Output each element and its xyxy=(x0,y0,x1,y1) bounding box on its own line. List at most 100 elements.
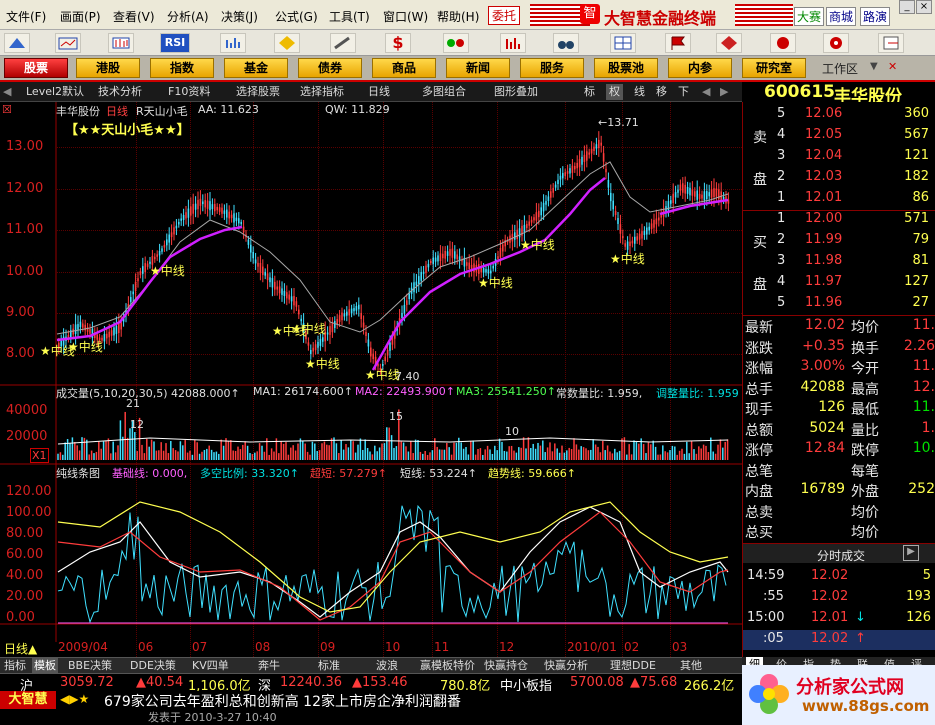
chart-area[interactable]: ☒ 丰华股份 日线 R天山小毛 AA: 11.623 QW: 11.829 【★… xyxy=(0,102,742,657)
template-tab[interactable]: 指标 xyxy=(2,658,28,673)
candle-body xyxy=(139,271,142,276)
tab-technical[interactable]: 技术分析 xyxy=(98,84,142,100)
menu-window[interactable]: 窗口(W) xyxy=(383,8,428,25)
mid-index[interactable]: 5700.08 xyxy=(570,675,624,690)
tab-level2[interactable]: Level2默认 xyxy=(26,84,84,100)
level-index: 2 xyxy=(777,169,786,184)
toolbar-logo-icon[interactable] xyxy=(770,33,796,53)
nav-bonds[interactable]: 债券 xyxy=(298,58,362,78)
tab-move[interactable]: 移 xyxy=(656,84,667,100)
nav-insider[interactable]: 内参 xyxy=(668,58,732,78)
toolbar-volume-icon[interactable] xyxy=(500,33,526,53)
workspace-close-icon[interactable]: ✕ xyxy=(888,60,897,73)
close-icon[interactable]: × xyxy=(916,0,932,14)
sz-index[interactable]: 12240.36 xyxy=(280,675,342,690)
template-tab[interactable]: 标准 xyxy=(316,658,342,673)
tab-overlay[interactable]: 图形叠加 xyxy=(494,84,538,100)
template-tab[interactable]: KV四单 xyxy=(190,658,231,673)
menu-view[interactable]: 查看(V) xyxy=(113,8,155,25)
tab-multi-chart[interactable]: 多图组合 xyxy=(422,84,466,100)
nav-news[interactable]: 新闻 xyxy=(446,58,510,78)
template-tab[interactable]: DDE决策 xyxy=(128,658,178,673)
news-headline[interactable]: 679家公司去年盈利总和创新高 12家上市房企净利润翻番 xyxy=(104,691,461,711)
nav-stocks[interactable]: 股票 xyxy=(4,58,68,78)
menu-decision[interactable]: 决策(J) xyxy=(221,8,258,25)
ticks-expand-icon[interactable]: ▶ xyxy=(903,545,919,561)
toolbar-kline-icon[interactable] xyxy=(108,33,134,53)
tick-row[interactable]: :05 12.02 ↑ xyxy=(743,630,935,650)
template-tab[interactable]: 快赢持仓 xyxy=(482,658,530,673)
roadshow-button[interactable]: 路演 xyxy=(860,7,891,26)
template-tab[interactable]: 理想DDE xyxy=(608,658,658,673)
sell-level-row[interactable]: 4 12.05 567 xyxy=(743,125,935,145)
tab-mark[interactable]: 标 xyxy=(584,84,595,100)
toolbar-rsi-icon[interactable]: RSI xyxy=(160,33,190,53)
toolbar-home-icon[interactable] xyxy=(4,33,30,53)
tab-select-stock[interactable]: 选择股票 xyxy=(236,84,280,100)
template-tab[interactable]: 赢模板特价 xyxy=(418,658,477,673)
toolbar-diamond-icon[interactable] xyxy=(716,33,742,53)
sh-index[interactable]: 3059.72 xyxy=(60,675,114,690)
sell-level-row[interactable]: 3 12.04 121 xyxy=(743,146,935,166)
menu-view-page[interactable]: 画面(P) xyxy=(60,8,101,25)
buy-level-row[interactable]: 1 12.00 571 xyxy=(743,209,935,229)
tab-next-icon[interactable]: ▶ xyxy=(720,84,728,100)
menu-formula[interactable]: 公式(G) xyxy=(275,8,318,25)
toolbar-flag-icon[interactable] xyxy=(665,33,691,53)
toolbar-chart-icon[interactable] xyxy=(55,33,81,53)
menu-file[interactable]: 文件(F) xyxy=(6,8,46,25)
tick-row[interactable]: 14:59 12.02 5 xyxy=(743,567,935,587)
sell-level-row[interactable]: 2 12.03 182 xyxy=(743,167,935,187)
menu-help[interactable]: 帮助(H) xyxy=(437,8,479,25)
sell-level-row[interactable]: 5 12.06 360 xyxy=(743,104,935,124)
template-tab[interactable]: 快赢分析 xyxy=(542,658,590,673)
toolbar-grid-icon[interactable] xyxy=(610,33,636,53)
toolbar-bars-icon[interactable] xyxy=(220,33,246,53)
toolbar-dollar-icon[interactable]: $ xyxy=(385,33,411,53)
toolbar-binoculars-icon[interactable] xyxy=(553,33,579,53)
nav-funds[interactable]: 基金 xyxy=(224,58,288,78)
menu-analysis[interactable]: 分析(A) xyxy=(167,8,209,25)
tab-prev-icon[interactable]: ◀ xyxy=(702,84,710,100)
tab-select-indicator[interactable]: 选择指标 xyxy=(300,84,344,100)
trade-button[interactable]: 委托 xyxy=(488,6,521,25)
tab-f10[interactable]: F10资料 xyxy=(168,84,210,100)
contest-button[interactable]: 大赛 xyxy=(794,7,825,26)
tab-scroll-left-icon[interactable]: ◀ xyxy=(3,84,11,100)
tab-down[interactable]: 下 xyxy=(678,84,689,100)
template-tab[interactable]: 模板 xyxy=(32,658,58,673)
workspace-dropdown-icon[interactable]: ▼ xyxy=(870,61,878,72)
tab-line[interactable]: 线 xyxy=(634,84,645,100)
toolbar-ruler-icon[interactable] xyxy=(330,33,356,53)
nav-commodities[interactable]: 商品 xyxy=(372,58,436,78)
tab-daily[interactable]: 日线 xyxy=(368,84,390,100)
buy-level-row[interactable]: 3 11.98 81 xyxy=(743,251,935,271)
minimize-icon[interactable]: _ xyxy=(899,0,915,14)
nav-services[interactable]: 服务 xyxy=(520,58,584,78)
tab-rights[interactable]: 权 xyxy=(606,84,623,100)
sell-level-row[interactable]: 1 12.01 86 xyxy=(743,188,935,208)
toolbar-cross-icon[interactable] xyxy=(274,33,300,53)
nav-hk-stocks[interactable]: 港股 xyxy=(76,58,140,78)
template-tab[interactable]: BBE决策 xyxy=(66,658,114,673)
candle-body xyxy=(132,291,134,295)
workspace-label[interactable]: 工作区 xyxy=(822,60,858,77)
template-tab[interactable]: 其他 xyxy=(678,658,704,673)
mall-button[interactable]: 商城 xyxy=(826,7,857,26)
tick-row[interactable]: :55 12.02 193 xyxy=(743,588,935,608)
nav-research[interactable]: 研究室 xyxy=(742,58,806,78)
template-tab[interactable]: 奔牛 xyxy=(256,658,282,673)
tick-row[interactable]: 15:00 12.01 ↓ 126 xyxy=(743,609,935,629)
toolbar-exit-icon[interactable] xyxy=(878,33,904,53)
nav-stock-pool[interactable]: 股票池 xyxy=(594,58,658,78)
candle-body xyxy=(557,179,559,184)
template-tab[interactable]: 波浪 xyxy=(374,658,400,673)
toolbar-help-icon[interactable] xyxy=(823,33,849,53)
buy-level-row[interactable]: 4 11.97 127 xyxy=(743,272,935,292)
menu-tools[interactable]: 工具(T) xyxy=(329,8,370,25)
buy-level-row[interactable]: 2 11.99 79 xyxy=(743,230,935,250)
toolbar-signal-icon[interactable] xyxy=(443,33,469,53)
nav-index[interactable]: 指数 xyxy=(150,58,214,78)
period-tag[interactable]: 日线▲ xyxy=(4,640,37,657)
buy-level-row[interactable]: 5 11.96 27 xyxy=(743,293,935,313)
